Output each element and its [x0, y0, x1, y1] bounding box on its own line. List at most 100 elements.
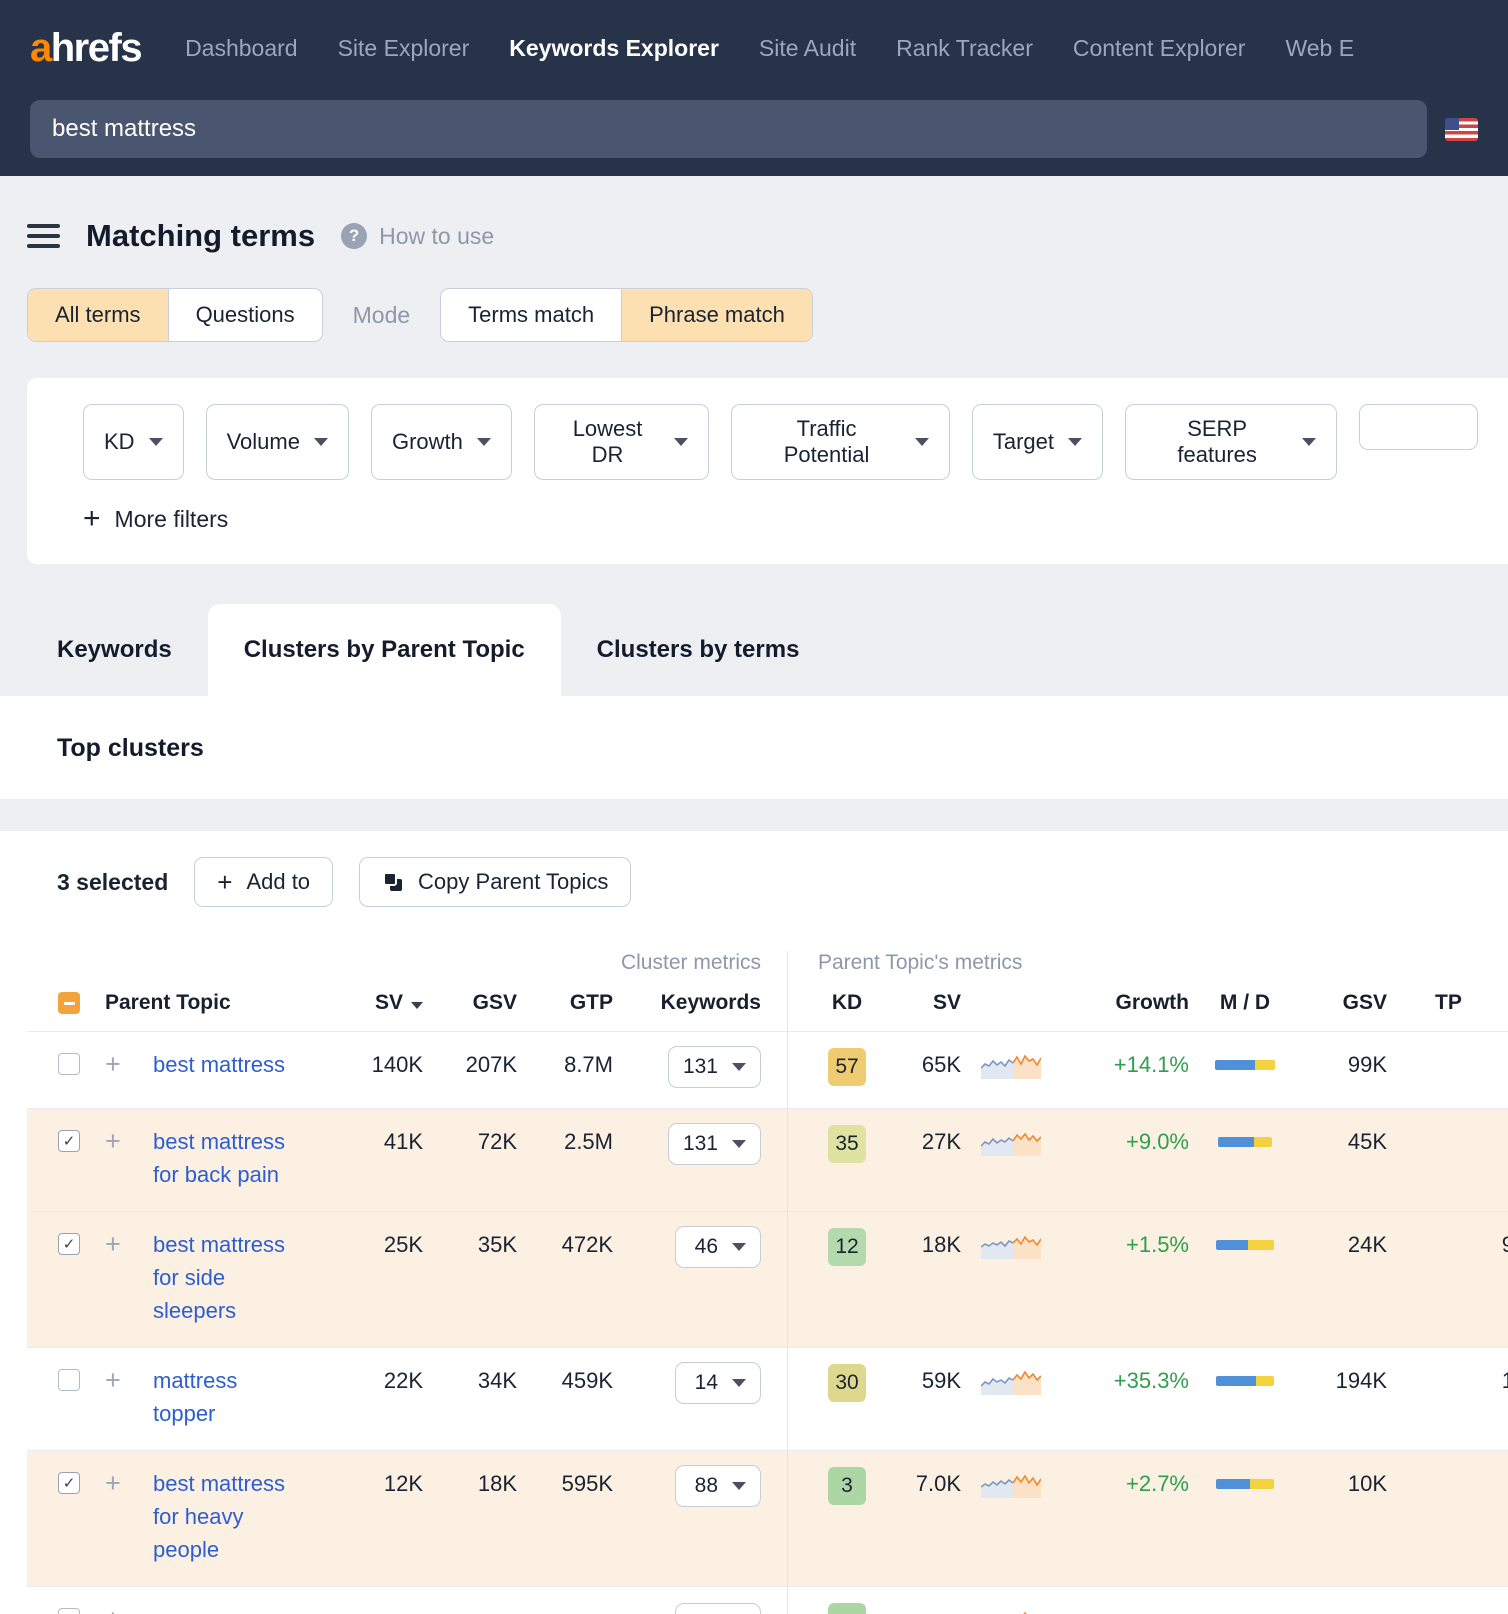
nav-item-keywords-explorer[interactable]: Keywords Explorer [509, 35, 719, 62]
panel-title: Top clusters [0, 696, 1508, 799]
nav-item-rank-tracker[interactable]: Rank Tracker [896, 35, 1033, 62]
col-header-sv[interactable]: SV [361, 991, 423, 1015]
add-row-icon[interactable]: + [105, 1231, 121, 1258]
gtp-value: 459K [517, 1364, 613, 1394]
trend-sparkline [961, 1048, 1061, 1079]
row-checkbox[interactable]: ✓ [58, 1233, 80, 1255]
col-header-gsv-parent[interactable]: GSV [1301, 991, 1387, 1015]
how-to-use-link[interactable]: ? How to use [341, 223, 494, 250]
col-header-gsv[interactable]: GSV [423, 991, 517, 1015]
nav-item-content-explorer[interactable]: Content Explorer [1073, 35, 1246, 62]
chevron-down-icon [915, 438, 929, 446]
gsv-value: 35K [423, 1228, 517, 1258]
row-checkbox[interactable]: ✓ [58, 1472, 80, 1494]
table-row: + mattress topper 22K 34K 459K 14 30 59K… [27, 1347, 1508, 1450]
add-row-icon[interactable]: + [105, 1051, 121, 1078]
col-header-kd[interactable]: KD [805, 991, 889, 1015]
toggle-questions[interactable]: Questions [168, 289, 322, 341]
help-icon: ? [341, 223, 367, 249]
gsv-value: 207K [423, 1048, 517, 1078]
parent-gsv-value: 99K [1301, 1048, 1387, 1078]
row-checkbox[interactable] [58, 1053, 80, 1075]
filter-dropdown-traffic-potential[interactable]: Traffic Potential [731, 404, 950, 480]
add-row-icon[interactable]: + [105, 1128, 121, 1155]
tab-keywords[interactable]: Keywords [27, 604, 208, 696]
us-flag-icon[interactable] [1445, 118, 1478, 141]
sv-value: 22K [361, 1364, 423, 1394]
nav-item-dashboard[interactable]: Dashboard [185, 35, 298, 62]
tab-clusters-by-terms[interactable]: Clusters by terms [561, 604, 836, 696]
result-tabs: KeywordsClusters by Parent TopicClusters… [0, 604, 1508, 696]
nav-item-site-audit[interactable]: Site Audit [759, 35, 856, 62]
cluster-metrics-group-header: Cluster metrics [27, 951, 761, 975]
keywords-dropdown[interactable]: 88 [675, 1465, 761, 1507]
col-header-gtp[interactable]: GTP [517, 991, 613, 1015]
filter-dropdown-lowest-dr[interactable]: Lowest DR [534, 404, 709, 480]
parent-topic-link[interactable]: mattress topper [149, 1364, 295, 1430]
row-checkbox[interactable]: ✓ [58, 1130, 80, 1152]
parent-gsv-value: 24K [1301, 1228, 1387, 1258]
parent-topic-link[interactable]: best mattress for side sleepers [149, 1228, 295, 1327]
keywords-dropdown[interactable]: 131 [668, 1046, 761, 1088]
page-title: Matching terms [86, 218, 315, 254]
col-header-keywords[interactable]: Keywords [613, 991, 761, 1015]
parent-gsv-value: 194K [1301, 1364, 1387, 1394]
filter-dropdown-kd[interactable]: KD [83, 404, 184, 480]
add-to-button[interactable]: + Add to [194, 857, 333, 907]
growth-value: +9.0% [1061, 1125, 1189, 1155]
tp-value: 20K [1387, 1125, 1508, 1155]
nav-item-web-e[interactable]: Web E [1285, 35, 1354, 62]
col-header-md[interactable]: M / D [1189, 991, 1301, 1015]
row-checkbox[interactable] [58, 1608, 80, 1614]
chevron-down-icon [732, 1140, 746, 1148]
row-checkbox[interactable] [58, 1369, 80, 1391]
filter-dropdown-partial[interactable] [1359, 404, 1478, 450]
filter-buttons-row: KD Volume Growth Lowest DR Traffic Potential… [83, 404, 1478, 480]
keyword-search-input[interactable]: best mattress [30, 100, 1427, 158]
more-filters-button[interactable]: + More filters [83, 504, 1478, 534]
trend-sparkline [961, 1125, 1061, 1156]
parent-topic-link[interactable]: best mattress for heavy people [149, 1467, 295, 1566]
copy-parent-topics-button[interactable]: Copy Parent Topics [359, 857, 631, 907]
add-row-icon[interactable]: + [105, 1606, 121, 1614]
toggle-all-terms[interactable]: All terms [28, 289, 168, 341]
ahrefs-logo[interactable]: ahrefs [30, 26, 141, 71]
keywords-dropdown[interactable]: 131 [668, 1123, 761, 1165]
col-header-growth[interactable]: Growth [1061, 991, 1189, 1015]
menu-icon[interactable] [27, 224, 60, 248]
keywords-dropdown[interactable]: 14 [675, 1362, 761, 1404]
mobile-desktop-bar [1216, 1240, 1274, 1250]
gtp-value: 472K [517, 1228, 613, 1258]
parent-topic-metrics-group-header: Parent Topic's metrics [818, 951, 1022, 975]
tab-clusters-by-parent-topic[interactable]: Clusters by Parent Topic [208, 604, 561, 696]
parent-topic-link[interactable]: best mattress for back pain [149, 1125, 295, 1191]
filter-dropdown-volume[interactable]: Volume [206, 404, 349, 480]
chevron-down-icon [732, 1063, 746, 1071]
filter-dropdown-growth[interactable]: Growth [371, 404, 512, 480]
filter-dropdown-target[interactable]: Target [972, 404, 1103, 480]
add-row-icon[interactable]: + [105, 1470, 121, 1497]
col-header-tp[interactable]: TP [1387, 991, 1508, 1015]
parent-sv-value: 27K [889, 1125, 961, 1155]
toggle-terms-match[interactable]: Terms match [441, 289, 621, 341]
parent-sv-value: 65K [889, 1048, 961, 1078]
chevron-down-icon [732, 1379, 746, 1387]
plus-icon: + [83, 504, 101, 534]
col-header-parent-topic[interactable]: Parent Topic [105, 991, 361, 1015]
kd-badge [828, 1603, 866, 1614]
parent-topic-link[interactable]: best mattress [149, 1048, 295, 1081]
trend-sparkline [961, 1467, 1061, 1498]
plus-icon: + [217, 869, 232, 895]
filter-dropdown-serp-features[interactable]: SERP features [1125, 404, 1337, 480]
keywords-dropdown[interactable] [675, 1603, 761, 1614]
keywords-dropdown[interactable]: 46 [675, 1226, 761, 1268]
chevron-down-icon [732, 1482, 746, 1490]
select-all-checkbox[interactable] [58, 992, 80, 1014]
mobile-desktop-bar [1215, 1060, 1275, 1070]
col-header-sv-parent[interactable]: SV [889, 991, 961, 1015]
mobile-desktop-bar [1216, 1376, 1274, 1386]
add-row-icon[interactable]: + [105, 1367, 121, 1394]
nav-item-site-explorer[interactable]: Site Explorer [338, 35, 470, 62]
kd-badge: 12 [828, 1228, 866, 1266]
toggle-phrase-match[interactable]: Phrase match [621, 289, 812, 341]
